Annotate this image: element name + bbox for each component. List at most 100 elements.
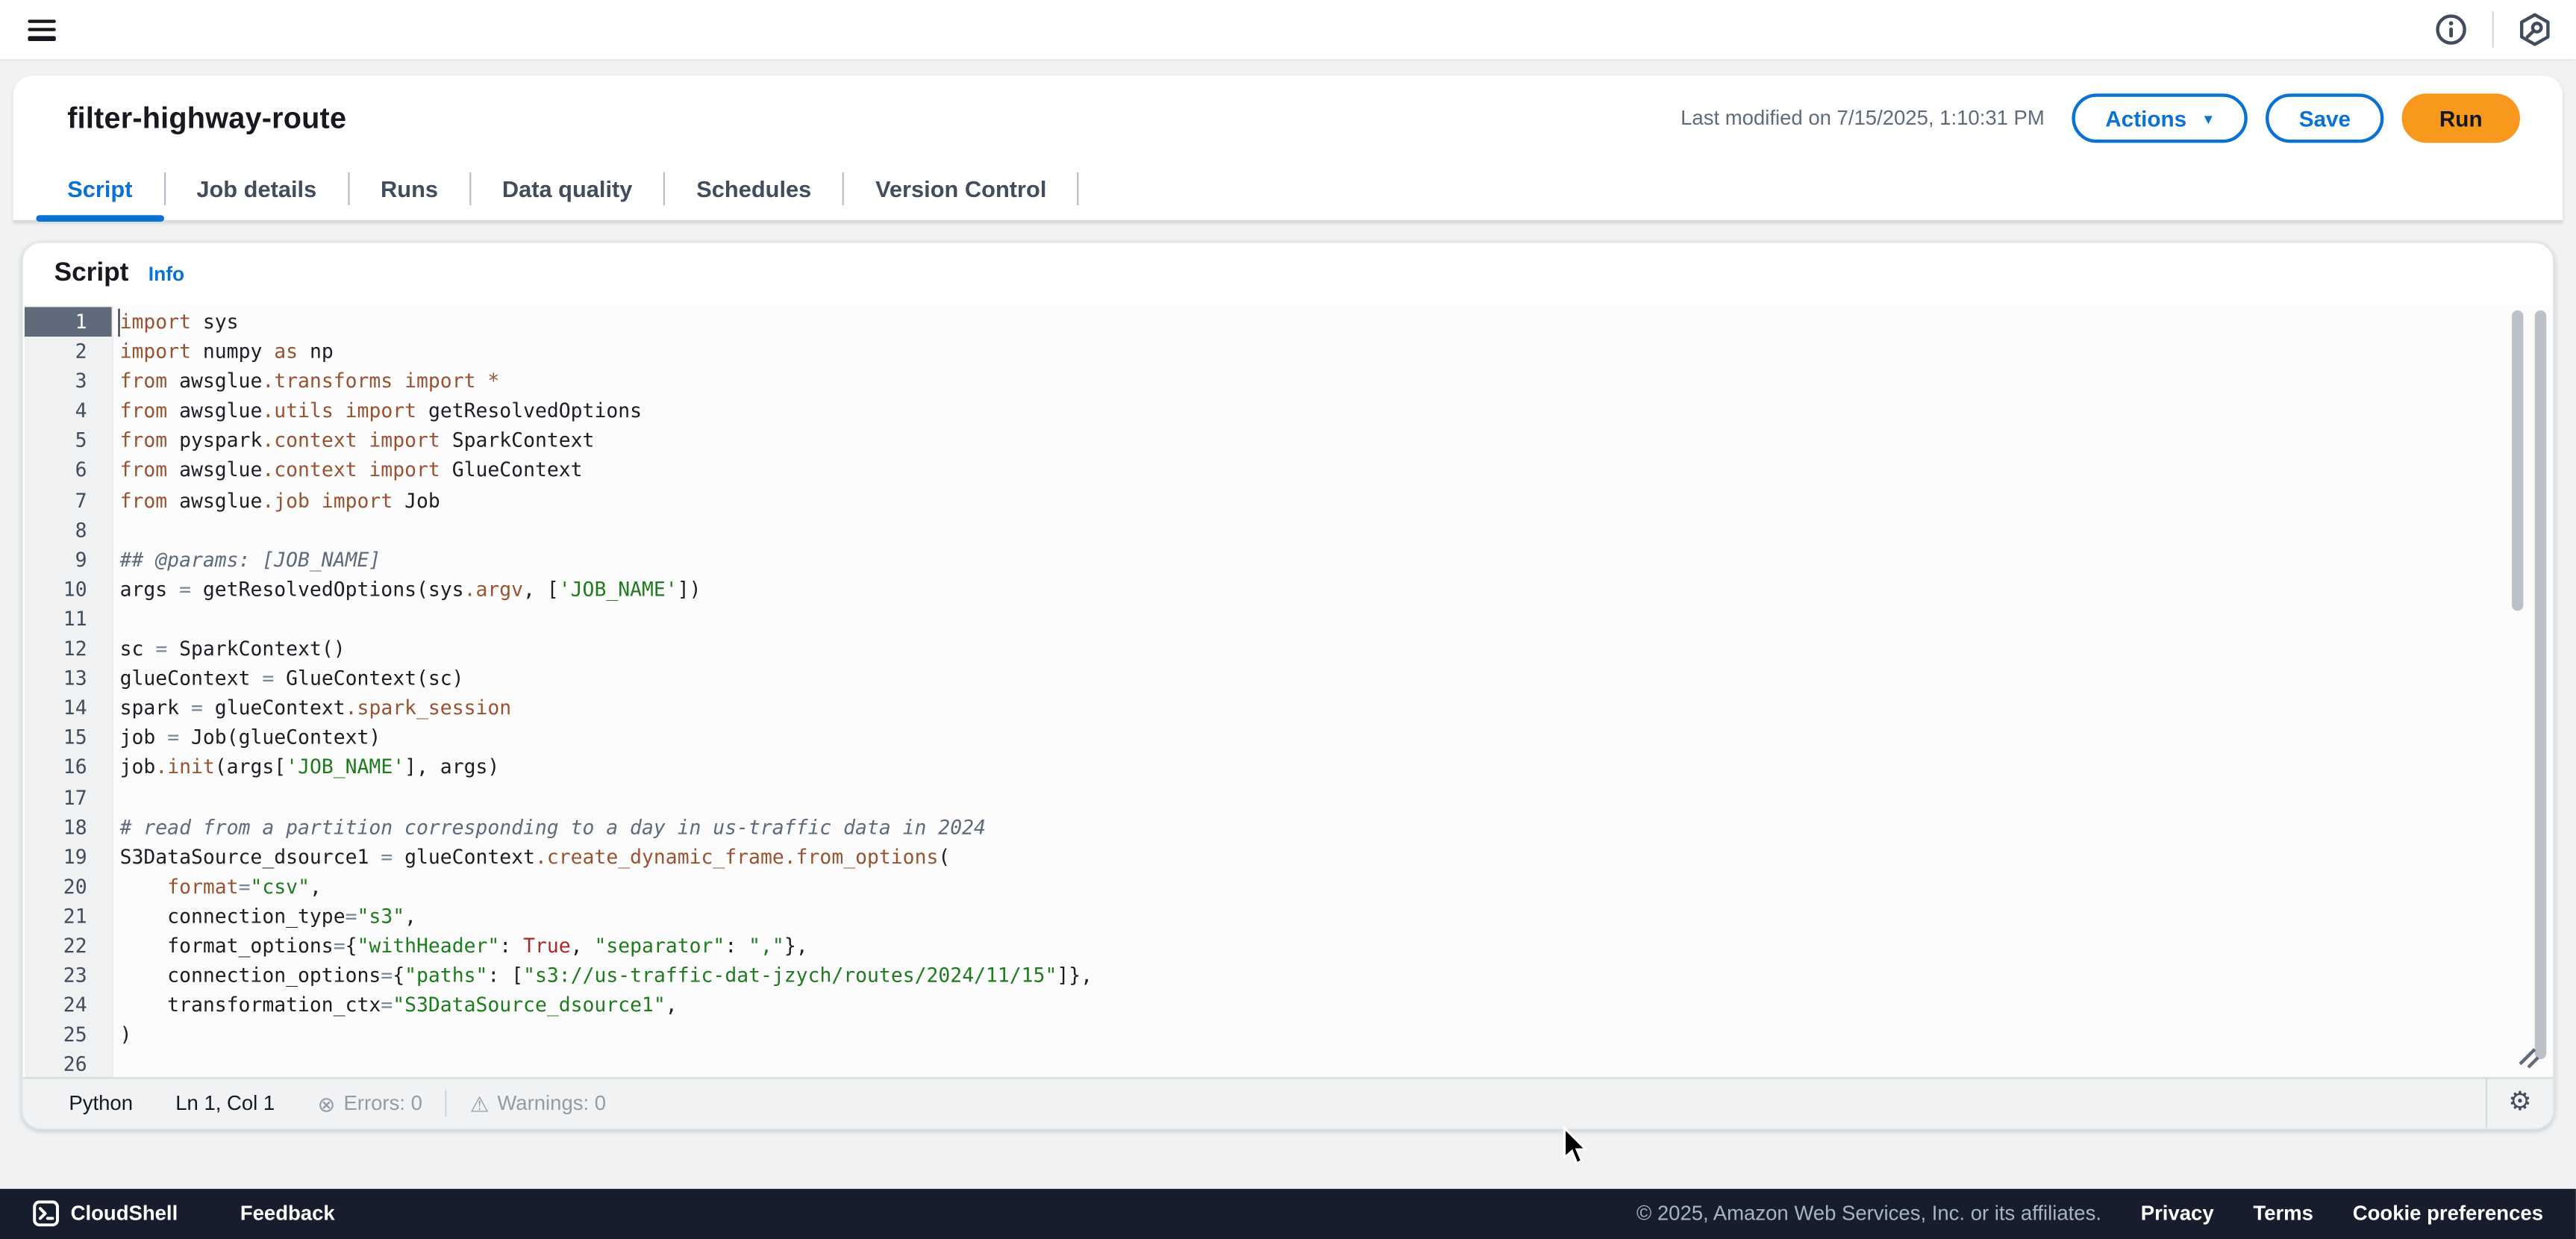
code-text (112, 604, 120, 634)
code-text: from awsglue.context import GlueContext (112, 455, 583, 485)
script-panel: Script Info 1import sys2import numpy as … (22, 241, 2555, 1129)
code-text: S3DataSource_dsource1 = glueContext.crea… (112, 842, 951, 872)
footer-link-privacy[interactable]: Privacy (2141, 1202, 2214, 1226)
run-button[interactable]: Run (2401, 93, 2520, 143)
cloudshell-terminal-icon (33, 1200, 59, 1226)
line-number: 15 (25, 723, 112, 753)
code-line: 2import numpy as np (25, 337, 2551, 366)
panel-scrollbar-thumb[interactable] (2535, 310, 2546, 1059)
info-link[interactable]: Info (149, 263, 184, 286)
code-text: transformation_ctx="S3DataSource_dsource… (112, 990, 678, 1020)
code-line: 19S3DataSource_dsource1 = glueContext.cr… (25, 842, 2551, 872)
code-line: 4from awsglue.utils import getResolvedOp… (25, 396, 2551, 426)
code-lines: 1import sys2import numpy as np3from awsg… (25, 307, 2551, 1077)
code-line: 25) (25, 1020, 2551, 1050)
tab-version-control[interactable]: Version Control (844, 155, 1078, 222)
code-text: ## @params: [JOB_NAME] (112, 545, 381, 575)
line-number: 7 (25, 485, 112, 515)
code-text (112, 1050, 120, 1078)
code-text: connection_type="s3", (112, 902, 416, 931)
line-number: 26 (25, 1050, 112, 1078)
code-line: 20 format="csv", (25, 872, 2551, 902)
code-text: sc = SparkContext() (112, 634, 346, 664)
code-line: 8 (25, 515, 2551, 545)
code-editor[interactable]: 1import sys2import numpy as np3from awsg… (25, 305, 2551, 1077)
line-number: 6 (25, 455, 112, 485)
line-number: 2 (25, 337, 112, 366)
code-text: import sys (112, 307, 239, 337)
footer-link-terms[interactable]: Terms (2253, 1202, 2313, 1226)
resize-handle-icon[interactable] (2517, 1046, 2543, 1072)
code-text: import numpy as np (112, 337, 334, 366)
code-text: job.init(args['JOB_NAME'], args) (112, 752, 500, 782)
code-line: 22 format_options={"withHeader": True, "… (25, 931, 2551, 961)
code-text: from awsglue.job import Job (112, 485, 440, 515)
tab-script[interactable]: Script (36, 155, 163, 222)
code-text (112, 515, 120, 545)
line-number: 18 (25, 812, 112, 842)
code-line: 24 transformation_ctx="S3DataSource_dsou… (25, 990, 2551, 1020)
hexagon-node-icon[interactable] (2517, 11, 2553, 47)
line-number: 22 (25, 931, 112, 961)
code-line: 10args = getResolvedOptions(sys.argv, ['… (25, 575, 2551, 605)
code-text: from awsglue.utils import getResolvedOpt… (112, 396, 642, 426)
code-line: 9## @params: [JOB_NAME] (25, 545, 2551, 575)
mouse-cursor (1563, 1126, 1590, 1166)
line-number: 25 (25, 1020, 112, 1050)
line-number: 23 (25, 961, 112, 990)
code-line: 16job.init(args['JOB_NAME'], args) (25, 752, 2551, 782)
warnings-indicator: ⚠ Warnings: 0 (470, 1092, 606, 1115)
line-number: 5 (25, 426, 112, 456)
tab-runs[interactable]: Runs (349, 155, 469, 222)
feedback-button[interactable]: Feedback (240, 1202, 335, 1226)
line-number: 3 (25, 366, 112, 396)
code-line: 21 connection_type="s3", (25, 902, 2551, 931)
code-line: 17 (25, 782, 2551, 812)
code-text: spark = glueContext.spark_session (112, 693, 512, 723)
chevron-down-icon: ▼ (2201, 111, 2216, 128)
line-number: 14 (25, 693, 112, 723)
footer-links: Privacy Terms Cookie preferences (2141, 1202, 2543, 1226)
code-line: 6from awsglue.context import GlueContext (25, 455, 2551, 485)
gear-icon: ⚙ (2508, 1090, 2532, 1117)
actions-button[interactable]: Actions ▼ (2072, 93, 2248, 143)
last-modified-text: Last modified on 7/15/2025, 1:10:31 PM (1681, 107, 2045, 130)
line-number: 12 (25, 634, 112, 664)
line-number: 16 (25, 752, 112, 782)
footer-link-cookie-preferences[interactable]: Cookie preferences (2353, 1202, 2543, 1226)
hamburger-menu-icon[interactable] (28, 19, 55, 40)
code-line: 12sc = SparkContext() (25, 634, 2551, 664)
code-text: format_options={"withHeader": True, "sep… (112, 931, 808, 961)
code-line: 11 (25, 604, 2551, 634)
tab-job-details[interactable]: Job details (166, 155, 348, 222)
warning-triangle-icon: ⚠ (470, 1093, 490, 1114)
code-line: 26 (25, 1050, 2551, 1078)
tabs: ScriptJob detailsRunsData qualitySchedul… (36, 155, 1079, 222)
job-header-card: filter-highway-route Last modified on 7/… (13, 75, 2563, 222)
code-text: format="csv", (112, 872, 322, 902)
line-number: 4 (25, 396, 112, 426)
line-number: 1 (25, 307, 112, 337)
tab-data-quality[interactable]: Data quality (471, 155, 663, 222)
code-text (112, 782, 120, 812)
code-text: glueContext = GlueContext(sc) (112, 664, 464, 693)
info-circle-icon[interactable] (2433, 11, 2469, 47)
editor-scrollbar-thumb[interactable] (2512, 310, 2523, 611)
line-number: 9 (25, 545, 112, 575)
cloudshell-button[interactable]: CloudShell (33, 1200, 178, 1226)
code-line: 3from awsglue.transforms import * (25, 366, 2551, 396)
code-line: 1import sys (25, 307, 2551, 337)
line-number: 21 (25, 902, 112, 931)
topnav-divider (2492, 11, 2494, 47)
code-text: connection_options={"paths": ["s3://us-t… (112, 961, 1092, 990)
line-number: 20 (25, 872, 112, 902)
editor-settings-button[interactable]: ⚙ (2486, 1079, 2553, 1128)
code-text: job = Job(glueContext) (112, 723, 381, 753)
editor-status-bar: Python Ln 1, Col 1 ⊗ Errors: 0 ⚠ Warning… (23, 1077, 2553, 1128)
line-number: 11 (25, 604, 112, 634)
tab-schedules[interactable]: Schedules (665, 155, 842, 222)
save-button[interactable]: Save (2266, 93, 2383, 143)
error-circle-icon: ⊗ (317, 1093, 335, 1114)
statusbar-divider (446, 1090, 447, 1117)
code-line: 7from awsglue.job import Job (25, 485, 2551, 515)
